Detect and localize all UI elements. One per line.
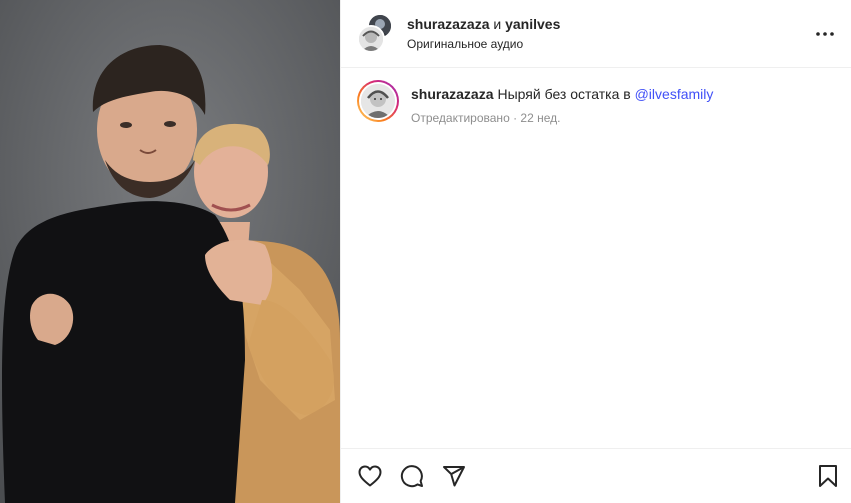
- header-names: shurazazaza и yanilves: [407, 15, 813, 33]
- caption-body: shurazazaza Ныряй без остатка в @ilvesfam…: [411, 80, 713, 125]
- bookmark-icon: [819, 465, 837, 487]
- post-header: shurazazaza и yanilves Оригинальное ауди…: [341, 0, 851, 68]
- save-button[interactable]: [813, 461, 843, 491]
- audio-link[interactable]: Оригинальное аудио: [407, 36, 813, 52]
- share-button[interactable]: [439, 461, 469, 491]
- avatar-shurazazaza[interactable]: [357, 24, 385, 53]
- heart-icon: [358, 465, 382, 487]
- avatar-image-icon: [361, 84, 395, 118]
- caption-avatar[interactable]: [357, 80, 399, 122]
- names-conjunction: и: [493, 16, 502, 32]
- more-horizontal-icon: [816, 31, 834, 36]
- caption: shurazazaza Ныряй без остатка в @ilvesfam…: [357, 80, 835, 125]
- caption-mention[interactable]: @ilvesfamily: [635, 86, 714, 102]
- username-link[interactable]: yanilves: [505, 16, 560, 32]
- like-button[interactable]: [355, 461, 385, 491]
- action-bar: [341, 448, 851, 503]
- post-container: shurazazaza и yanilves Оригинальное ауди…: [0, 0, 851, 503]
- avatar-image-icon: [359, 26, 383, 51]
- comment-button[interactable]: [397, 461, 427, 491]
- comment-icon: [400, 465, 423, 488]
- caption-meta: Отредактировано · 22 нед.: [411, 111, 561, 125]
- share-icon: [443, 466, 465, 487]
- username-link[interactable]: shurazazaza: [407, 16, 489, 32]
- photo-illustration: [0, 0, 340, 503]
- caption-text: Ныряй без остатка в: [497, 86, 631, 102]
- collab-avatars[interactable]: [357, 12, 395, 53]
- post-photo[interactable]: [0, 0, 340, 503]
- caption-line: shurazazaza Ныряй без остатка в @ilvesfam…: [411, 85, 713, 103]
- header-text: shurazazaza и yanilves Оригинальное ауди…: [407, 15, 813, 52]
- caption-username[interactable]: shurazazaza: [411, 86, 493, 102]
- comments-area: shurazazaza Ныряй без остатка в @ilvesfam…: [341, 68, 851, 448]
- more-options-button[interactable]: [813, 22, 837, 46]
- post-detail-panel: shurazazaza и yanilves Оригинальное ауди…: [340, 0, 851, 503]
